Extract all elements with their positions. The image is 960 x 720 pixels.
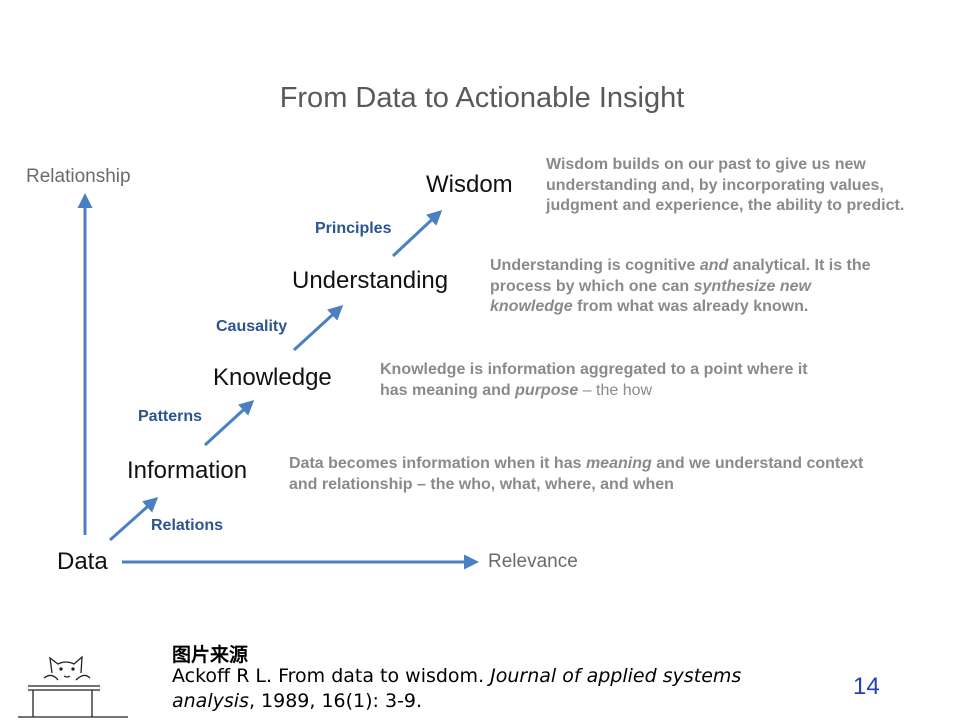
connector-principles: Principles (315, 220, 392, 237)
connector-patterns: Patterns (138, 408, 203, 425)
arrow-understanding-wisdom (391, 209, 443, 258)
arrow-data-information (109, 497, 159, 542)
stage-understanding: Understanding (292, 267, 449, 294)
description-wisdom: Wisdom builds on our past to give us new… (546, 156, 905, 214)
reference-citation: Ackoff R L. From data to wisdom. Journal… (172, 665, 742, 712)
description-information: Data becomes information when it has mea… (289, 455, 864, 493)
arrow-knowledge-understanding (292, 304, 344, 352)
y-axis-label: Relationship (26, 166, 131, 187)
x-axis-label: Relevance (488, 551, 578, 572)
arrow-information-knowledge (203, 399, 255, 447)
reference-heading: 图片来源 (172, 644, 249, 666)
connector-relations: Relations (151, 517, 224, 534)
cat-desk-doodle (18, 655, 128, 718)
description-understanding: Understanding is cognitive and analytica… (490, 257, 871, 315)
stage-wisdom: Wisdom (426, 171, 513, 198)
page-number: 14 (853, 673, 880, 700)
connector-causality: Causality (216, 318, 288, 335)
stage-data: Data (57, 548, 108, 575)
description-knowledge: Knowledge is information aggregated to a… (380, 361, 808, 399)
stage-knowledge: Knowledge (213, 364, 332, 391)
stage-information: Information (127, 457, 248, 484)
